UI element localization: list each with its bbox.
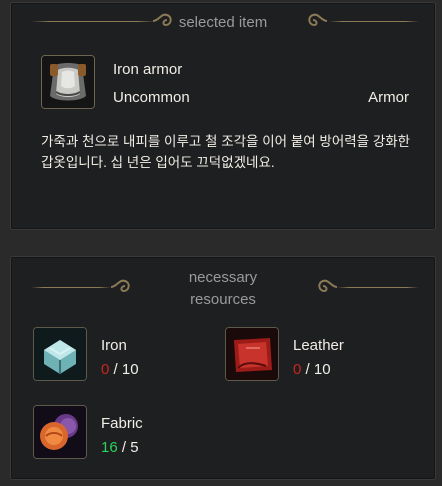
resources-title-line2: resources xyxy=(190,291,256,308)
selected-item-header: selected item xyxy=(11,3,435,43)
item-name: Iron armor xyxy=(113,61,183,78)
ornament-line-left xyxy=(31,287,111,288)
item-category: Armor xyxy=(368,89,409,106)
resource-name-iron: Iron xyxy=(101,337,127,354)
item-rarity: Uncommon xyxy=(113,89,190,106)
resource-need-fabric: 5 xyxy=(130,439,139,456)
resource-need-iron: 10 xyxy=(121,361,139,378)
iron-ingot-icon[interactable] xyxy=(33,327,87,381)
ornament-swirl-right-icon xyxy=(318,279,338,293)
leather-icon[interactable] xyxy=(225,327,279,381)
resource-name-leather: Leather xyxy=(293,337,344,354)
resource-count-leather: 0 / 10 xyxy=(293,361,331,378)
resource-separator: / xyxy=(109,361,122,378)
resources-panel: necessary resources Iron 0 / 10 Leather xyxy=(10,256,436,480)
ornament-swirl-right-icon xyxy=(308,13,328,27)
selected-item-panel: selected item Iron armor Uncommon Armor … xyxy=(10,2,436,230)
item-description: 가죽과 천으로 내피를 이루고 철 조각을 이어 붙여 방어력을 강화한 갑옷입… xyxy=(41,134,411,170)
resources-title-line1: necessary xyxy=(188,269,258,286)
iron-armor-icon[interactable] xyxy=(41,55,95,109)
resource-need-leather: 10 xyxy=(313,361,331,378)
resource-have-fabric: 16 xyxy=(101,439,118,456)
resources-header: necessary resources xyxy=(11,257,435,308)
resource-name-fabric: Fabric xyxy=(101,415,143,432)
resource-count-fabric: 16 / 5 xyxy=(101,439,139,456)
fabric-icon[interactable] xyxy=(33,405,87,459)
resource-separator: / xyxy=(301,361,314,378)
resource-count-iron: 0 / 10 xyxy=(101,361,139,378)
resource-separator: / xyxy=(117,439,131,456)
ornament-line-right xyxy=(337,287,419,288)
selected-item-title: selected item xyxy=(178,14,268,31)
ornament-line-right xyxy=(329,21,419,22)
